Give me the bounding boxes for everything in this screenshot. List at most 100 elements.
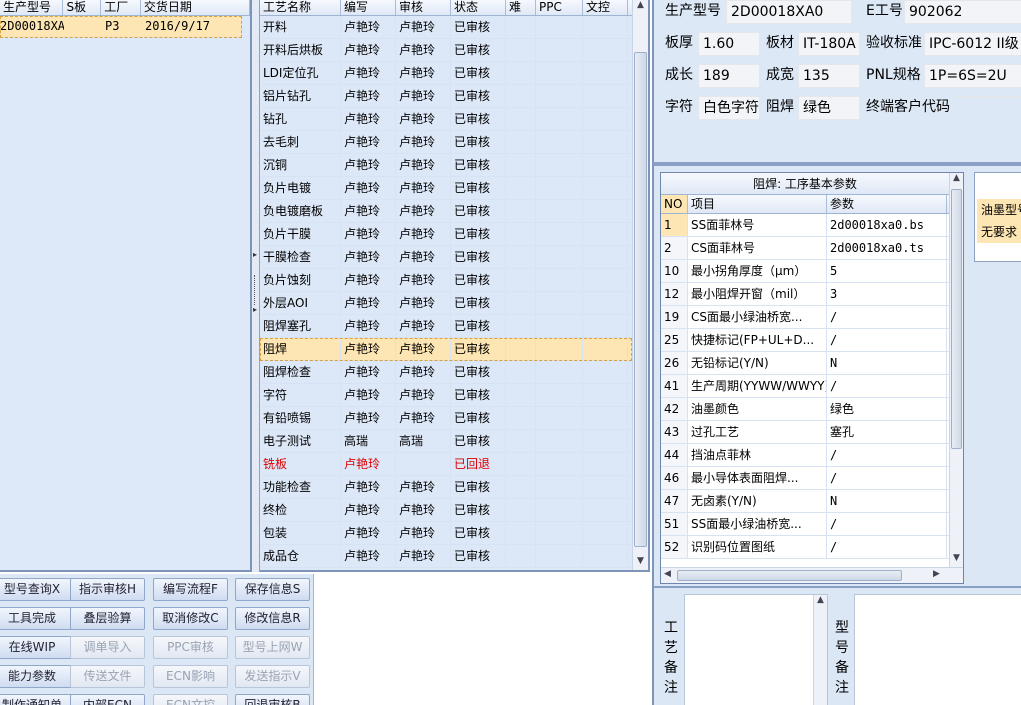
process-row[interactable]: 开料后烘板 卢艳玲 卢艳玲 已审核 [260,39,632,62]
param-row[interactable]: 47 无卤素(Y/N) N [661,490,949,513]
param-row[interactable]: 12 最小阻焊开窗（mil） 3 [661,283,949,306]
param-row[interactable]: 41 生产周期(YYWW/WWYY) / [661,375,949,398]
process-row[interactable]: 负片电镀 卢艳玲 卢艳玲 已审核 [260,177,632,200]
process-row[interactable]: 终检 卢艳玲 卢艳玲 已审核 [260,499,632,522]
action-button[interactable]: 在线WIP [0,636,72,659]
process-row[interactable]: 铝片钻孔 卢艳玲 卢艳玲 已审核 [260,85,632,108]
process-row[interactable]: 电子测试 高瑞 高瑞 已审核 [260,430,632,453]
process-row[interactable]: 负电镀磨板 卢艳玲 卢艳玲 已审核 [260,200,632,223]
action-button[interactable]: 调单导入 [70,636,145,659]
process-row[interactable]: 阻焊 卢艳玲 卢艳玲 已审核 [260,338,632,361]
process-vscroll[interactable]: ▲ ▼ [632,0,648,570]
notes-vscroll[interactable]: ▲ [813,595,827,705]
process-row[interactable]: 阻焊检查 卢艳玲 卢艳玲 已审核 [260,361,632,384]
action-button[interactable]: 型号上网W [235,636,310,659]
param-row[interactable]: 2 CS面菲林号 2d00018xa0.ts [661,237,949,260]
process-row[interactable]: LDI定位孔 卢艳玲 卢艳玲 已审核 [260,62,632,85]
param-row[interactable]: 44 挡油点菲林 / [661,444,949,467]
process-row[interactable]: 有铅喷锡 卢艳玲 卢艳玲 已审核 [260,407,632,430]
length-field[interactable]: 189 [698,64,760,88]
process-row[interactable]: 外层AOI 卢艳玲 卢艳玲 已审核 [260,292,632,315]
material-field[interactable]: IT-180A [798,32,860,56]
process-row[interactable]: 功能检查 卢艳玲 卢艳玲 已审核 [260,476,632,499]
col-factory[interactable]: 工厂 [101,0,141,15]
model-row[interactable]: 2D00018XA0 P3 2016/9/17 [0,16,242,38]
scroll-right-icon[interactable]: ▶ [933,569,940,579]
col-item[interactable]: 项目 [688,195,827,213]
action-button[interactable]: 修改信息R [235,607,310,630]
model-field[interactable]: 2D00018XA0 [726,0,852,24]
action-button[interactable]: 工具完成 [0,607,72,630]
action-button[interactable]: ECN影响 [153,665,228,688]
col-param[interactable]: 参数 [827,195,947,213]
action-button[interactable]: 能力参数 [0,665,72,688]
col-model[interactable]: 生产型号 [0,0,64,15]
scroll-down-icon[interactable]: ▼ [633,556,648,570]
process-row[interactable]: 包装 卢艳玲 卢艳玲 已审核 [260,522,632,545]
eno-field[interactable]: 902062 [904,0,1021,24]
char-field[interactable]: 白色字符 [698,96,760,120]
standard-field[interactable]: IPC-6012 II级 [924,32,1021,56]
param-row[interactable]: 26 无铅标记(Y/N) N [661,352,949,375]
action-button[interactable]: 回退审核B [235,694,310,705]
col-ppc[interactable]: PPC [536,0,583,15]
params-hscroll[interactable]: ◀ ▶ [661,567,963,583]
ink-value[interactable]: 无要求 [977,221,1021,243]
action-button[interactable]: ECN文控 [153,694,228,705]
action-button[interactable]: PPC审核 [153,636,228,659]
process-row[interactable]: 成品仓 卢艳玲 卢艳玲 已审核 [260,545,632,568]
param-row[interactable]: 25 快捷标记(FP+UL+D... / [661,329,949,352]
action-button[interactable]: 型号查询X [0,578,72,601]
param-row[interactable]: 43 过孔工艺 塞孔 [661,421,949,444]
action-button[interactable]: 编写流程F [153,578,228,601]
process-notes-field[interactable]: ▲ [684,594,828,705]
process-row[interactable]: 沉铜 卢艳玲 卢艳玲 已审核 [260,154,632,177]
process-row[interactable]: 开料 卢艳玲 卢艳玲 已审核 [260,16,632,39]
scroll-thumb[interactable] [677,570,902,581]
col-writer[interactable]: 编写 [341,0,396,15]
scroll-up-icon[interactable]: ▲ [814,595,827,609]
col-status[interactable]: 状态 [451,0,506,15]
process-row[interactable]: 去毛刺 卢艳玲 卢艳玲 已审核 [260,131,632,154]
customer-code-field[interactable] [956,96,1021,98]
width-field[interactable]: 135 [798,64,860,88]
process-row[interactable]: 铣板 卢艳玲 已回退 [260,453,632,476]
col-document-control[interactable]: 文控 [583,0,628,15]
splitter-handle[interactable]: ▸ ▸ [252,0,260,572]
action-button[interactable]: 取消修改C [153,607,228,630]
param-row[interactable]: 51 SS面最小绿油桥宽... / [661,513,949,536]
col-delivery-date[interactable]: 交货日期 [141,0,250,15]
process-row[interactable]: 阻焊塞孔 卢艳玲 卢艳玲 已审核 [260,315,632,338]
action-button[interactable]: 制作通知单 [0,694,72,705]
param-row[interactable]: 52 识别码位置图纸 / [661,536,949,559]
param-row[interactable]: 46 最小导体表面阻焊... / [661,467,949,490]
col-s-board[interactable]: S板 [63,0,102,15]
scroll-thumb[interactable] [951,189,962,449]
scroll-left-icon[interactable]: ◀ [664,569,671,579]
col-no[interactable]: NO [661,195,688,213]
col-difficulty[interactable]: 难 [506,0,536,15]
process-row[interactable]: 字符 卢艳玲 卢艳玲 已审核 [260,384,632,407]
param-row[interactable]: 42 油墨颜色 绿色 [661,398,949,421]
param-row[interactable]: 10 最小拐角厚度（μm） 5 [661,260,949,283]
mask-field[interactable]: 绿色 [798,96,860,120]
process-row[interactable]: 负片蚀刻 卢艳玲 卢艳玲 已审核 [260,269,632,292]
col-reviewer[interactable]: 审核 [396,0,451,15]
process-row[interactable]: 负片干膜 卢艳玲 卢艳玲 已审核 [260,223,632,246]
col-process-name[interactable]: 工艺名称 [260,0,341,15]
action-button[interactable]: 内部ECN [70,694,145,705]
param-row[interactable]: 19 CS面最小绿油桥宽... / [661,306,949,329]
action-button[interactable]: 叠层验算 [70,607,145,630]
pnl-field[interactable]: 1P=6S=2U [924,64,1021,88]
process-row[interactable]: 干膜检查 卢艳玲 卢艳玲 已审核 [260,246,632,269]
scroll-up-icon[interactable]: ▲ [950,173,963,187]
param-row[interactable]: 1 SS面菲林号 2d00018xa0.bs [661,214,949,237]
process-row[interactable]: 钻孔 卢艳玲 卢艳玲 已审核 [260,108,632,131]
scroll-thumb[interactable] [634,52,647,547]
ink-header[interactable]: 油墨型号 [977,199,1021,221]
action-button[interactable]: 保存信息S [235,578,310,601]
action-button[interactable]: 指示审核H [70,578,145,601]
scroll-up-icon[interactable]: ▲ [633,0,648,14]
thickness-field[interactable]: 1.60 [698,32,760,56]
action-button[interactable]: 传送文件 [70,665,145,688]
